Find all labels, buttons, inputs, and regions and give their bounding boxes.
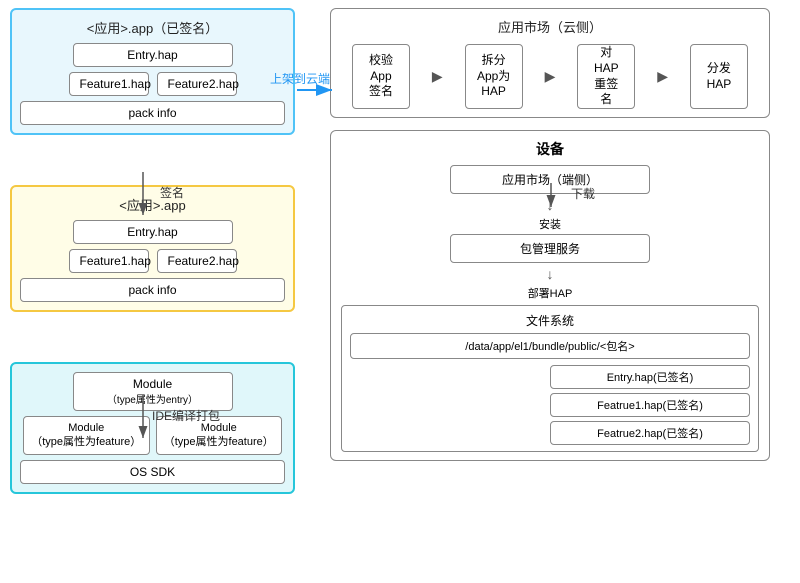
feature2-hap-signed: Feature2.hap — [157, 72, 237, 96]
fs-box: 文件系统 /data/app/el1/bundle/public/<包名> En… — [341, 305, 759, 452]
fs-files: Entry.hap(已签名) Featrue1.hap(已签名) Featrue… — [350, 365, 750, 445]
market-side: 应用市场（端侧） — [450, 165, 650, 194]
entry-hap-row2: Entry.hap — [20, 220, 285, 244]
feature1-hap: Feature1.hap — [69, 249, 149, 273]
cloud-step-3: 对HAP重签名 — [577, 44, 635, 109]
os-sdk: OS SDK — [20, 460, 285, 484]
entry-hap-row: Entry.hap — [20, 43, 285, 67]
entry-hap: Entry.hap — [73, 220, 233, 244]
feature-hap-row: Feature1.hap Feature2.hap — [20, 249, 285, 273]
feature1-hap-signed: Feature1.hap — [69, 72, 149, 96]
feature-hap-row-signed: Feature1.hap Feature2.hap — [20, 72, 285, 96]
fs-file-feature1: Featrue1.hap(已签名) — [550, 393, 750, 417]
module-right: Module （type属性为feature） — [156, 416, 283, 455]
app-title: <应用>.app — [20, 195, 285, 214]
device-section: 设备 应用市场（端侧） ↓ 安装 包管理服务 ↓ 部署HAP 文件系统 /dat… — [330, 130, 770, 461]
left-panel: <应用>.app（已签名） Entry.hap Feature1.hap Fea… — [10, 8, 320, 494]
cloud-step-1: 校验App签名 — [352, 44, 410, 109]
module-left: Module （type属性为feature） — [23, 416, 150, 455]
app-box: <应用>.app Entry.hap Feature1.hap Feature2… — [10, 185, 295, 312]
cloud-step-4: 分发HAP — [690, 44, 748, 109]
fs-file-feature2: Featrue2.hap(已签名) — [550, 421, 750, 445]
signed-app-title: <应用>.app（已签名） — [20, 18, 285, 37]
cloud-section: 应用市场（云侧） 校验App签名 ▶ 拆分App为HAP ▶ 对HAP重签名 ▶… — [330, 8, 770, 118]
entry-hap-signed: Entry.hap — [73, 43, 233, 67]
main-module: Module （type属性为entry） — [73, 372, 233, 411]
step-arrow-1: ▶ — [432, 68, 443, 85]
install-arrow: ↓ — [341, 197, 759, 213]
diagram: <应用>.app（已签名） Entry.hap Feature1.hap Fea… — [0, 0, 800, 583]
deploy-label: 部署HAP — [341, 285, 759, 301]
device-title: 设备 — [341, 139, 759, 159]
feature2-hap: Feature2.hap — [157, 249, 237, 273]
cloud-step-2: 拆分App为HAP — [465, 44, 523, 109]
pkg-manager: 包管理服务 — [450, 234, 650, 263]
fs-file-entry: Entry.hap(已签名) — [550, 365, 750, 389]
right-panel: 应用市场（云侧） 校验App签名 ▶ 拆分App为HAP ▶ 对HAP重签名 ▶… — [330, 8, 785, 461]
pack-info: pack info — [20, 278, 285, 302]
install-label: 安装 — [341, 216, 759, 232]
step-arrow-3: ▶ — [657, 68, 668, 85]
deploy-arrow: ↓ — [341, 266, 759, 282]
fs-path: /data/app/el1/bundle/public/<包名> — [350, 333, 750, 359]
signed-app-box: <应用>.app（已签名） Entry.hap Feature1.hap Fea… — [10, 8, 295, 135]
cloud-title: 应用市场（云侧） — [341, 17, 759, 36]
step-arrow-2: ▶ — [545, 68, 556, 85]
pack-info-signed: pack info — [20, 101, 285, 125]
cloud-steps: 校验App签名 ▶ 拆分App为HAP ▶ 对HAP重签名 ▶ 分发HAP — [341, 44, 759, 109]
fs-title: 文件系统 — [350, 312, 750, 329]
sub-module-row: Module （type属性为feature） Module （type属性为f… — [20, 416, 285, 455]
module-box: Module （type属性为entry） Module （type属性为fea… — [10, 362, 295, 494]
main-module-row: Module （type属性为entry） — [20, 372, 285, 411]
